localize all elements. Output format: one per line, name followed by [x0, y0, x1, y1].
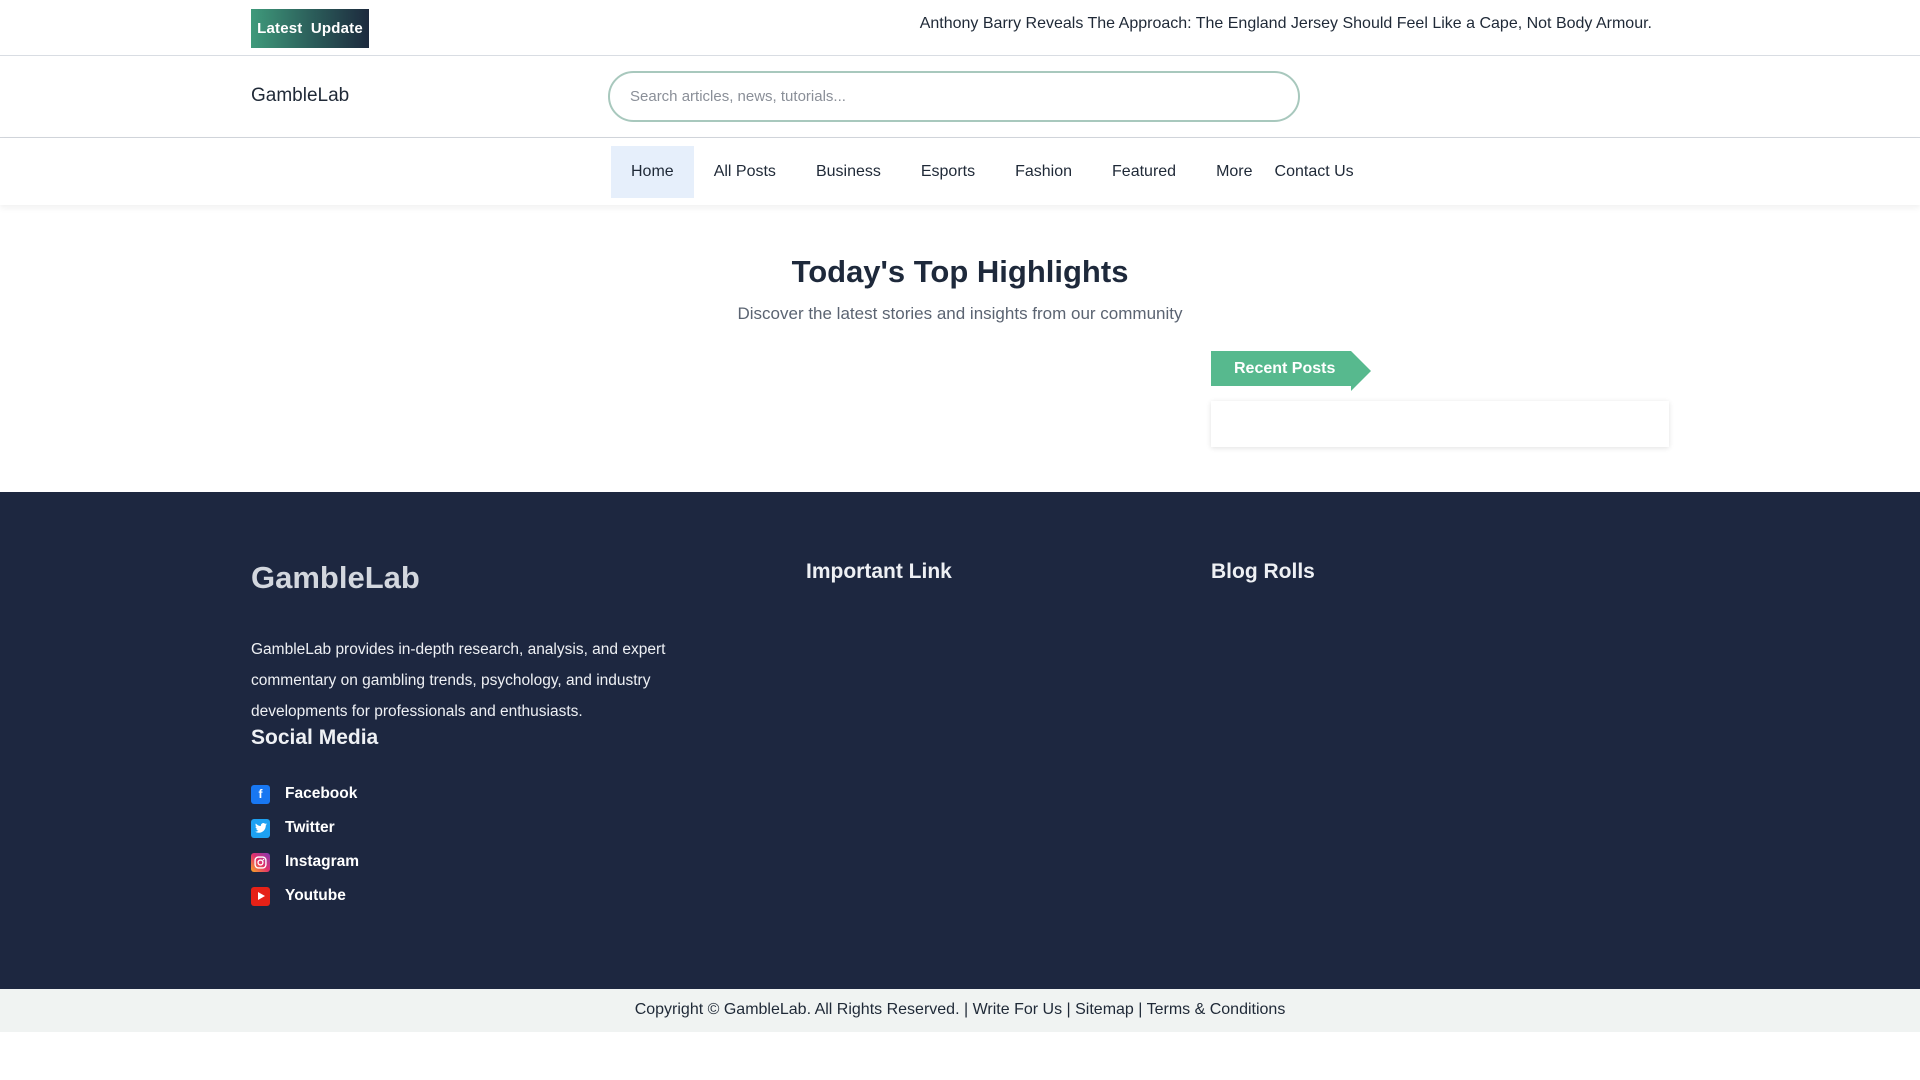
social-media-list: f Facebook Twitter Instagram Youtube — [251, 784, 359, 920]
news-ticker-headline[interactable]: Anthony Barry Reveals The Approach: The … — [920, 15, 1652, 33]
nav-item-home[interactable]: Home — [611, 146, 694, 198]
latest-update-badge: Latest Update — [251, 9, 369, 48]
social-label: Twitter — [285, 819, 335, 836]
site-footer: GambleLab GambleLab provides in-depth re… — [0, 492, 1920, 989]
terms-link[interactable]: Terms & Conditions — [1147, 1001, 1286, 1018]
social-link-instagram[interactable]: Instagram — [251, 852, 359, 872]
nav-item-esports[interactable]: Esports — [901, 146, 995, 198]
sitemap-link[interactable]: Sitemap — [1075, 1001, 1134, 1018]
recent-posts-list — [1211, 401, 1669, 447]
instagram-icon — [251, 852, 270, 872]
social-link-facebook[interactable]: f Facebook — [251, 784, 359, 804]
site-logo[interactable]: GambleLab — [251, 85, 349, 107]
separator: | — [1066, 1001, 1071, 1018]
nav-item-more[interactable]: More — [1196, 146, 1272, 198]
nav-item-contact-us[interactable]: Contact Us — [1273, 146, 1354, 198]
social-label: Instagram — [285, 853, 360, 870]
site-header: GambleLab — [0, 56, 1920, 138]
nav-item-featured[interactable]: Featured — [1092, 146, 1196, 198]
social-link-twitter[interactable]: Twitter — [251, 818, 359, 838]
write-for-us-link[interactable]: Write For Us — [973, 1001, 1062, 1018]
page-title: Today's Top Highlights — [791, 254, 1129, 289]
search-box — [608, 71, 1300, 122]
nav-item-fashion[interactable]: Fashion — [995, 146, 1092, 198]
youtube-icon — [251, 886, 270, 906]
facebook-icon: f — [251, 784, 270, 804]
nav-item-business[interactable]: Business — [796, 146, 901, 198]
social-label: Facebook — [285, 785, 358, 802]
nav-item-all-posts[interactable]: All Posts — [694, 146, 796, 198]
separator: | — [963, 1001, 969, 1018]
search-input[interactable] — [610, 73, 1298, 120]
recent-posts-label: Recent Posts — [1211, 351, 1371, 391]
footer-logo[interactable]: GambleLab — [251, 560, 420, 596]
footer-description: GambleLab provides in-depth research, an… — [251, 641, 666, 720]
social-media-heading: Social Media — [251, 726, 379, 749]
social-label: Youtube — [285, 887, 346, 904]
copyright-bar: Copyright © GambleLab. All Rights Reserv… — [0, 989, 1920, 1032]
twitter-icon — [251, 818, 270, 838]
main-navigation: Home All Posts Business Esports Fashion … — [0, 138, 1920, 205]
copyright-text: Copyright © GambleLab. All Rights Reserv… — [634, 1001, 960, 1018]
blog-rolls-heading: Blog Rolls — [1211, 560, 1315, 583]
copyright-line: Copyright © GambleLab. All Rights Reserv… — [0, 1001, 1920, 1019]
social-link-youtube[interactable]: Youtube — [251, 886, 359, 906]
top-bar: Latest Update Anthony Barry Reveals The … — [0, 0, 1920, 56]
separator: | — [1138, 1001, 1143, 1018]
page-subtitle: Discover the latest stories and insights… — [737, 304, 1183, 323]
important-link-heading: Important Link — [806, 560, 952, 583]
